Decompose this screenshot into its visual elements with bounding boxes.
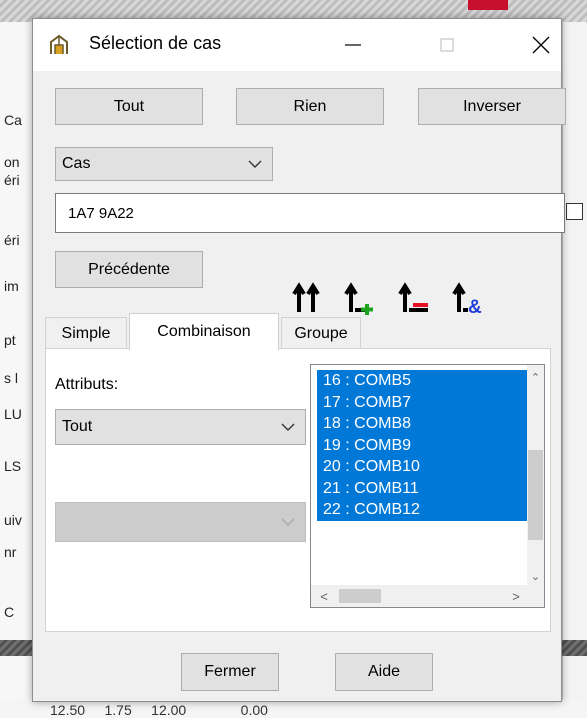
scroll-up-icon[interactable]: ⌃ bbox=[528, 369, 543, 386]
list-item[interactable]: 21 : COMB11 bbox=[317, 478, 529, 500]
vertical-scroll-thumb[interactable] bbox=[528, 450, 543, 540]
tab-groupe[interactable]: Groupe bbox=[281, 317, 361, 349]
list-item[interactable]: 16 : COMB5 bbox=[317, 370, 529, 392]
scroll-corner bbox=[527, 585, 544, 607]
scroll-left-icon[interactable]: < bbox=[315, 587, 333, 605]
type-select[interactable]: Cas bbox=[55, 147, 273, 181]
intersect-selection-icon[interactable]: & bbox=[451, 281, 485, 315]
previous-button[interactable]: Précédente bbox=[55, 251, 203, 288]
invert-selection-button[interactable]: Inverser bbox=[418, 88, 566, 125]
type-select-value: Cas bbox=[62, 155, 91, 172]
chevron-down-icon bbox=[281, 423, 295, 431]
bg-text: LS bbox=[4, 458, 22, 474]
chevron-down-icon bbox=[281, 518, 295, 526]
tab-simple[interactable]: Simple bbox=[45, 317, 127, 349]
minimize-icon bbox=[345, 44, 361, 46]
bg-text: im bbox=[4, 278, 19, 294]
cases-input[interactable]: 1A7 9A22 bbox=[55, 193, 565, 233]
attributes-select[interactable]: Tout bbox=[55, 409, 306, 445]
select-all-arrows-icon[interactable] bbox=[291, 281, 325, 315]
list-item[interactable]: 22 : COMB12 bbox=[317, 499, 529, 521]
bg-text: pt bbox=[4, 332, 16, 348]
combinations-list[interactable]: 16 : COMB5 17 : COMB7 18 : COMB8 19 : CO… bbox=[310, 364, 545, 608]
scroll-right-icon[interactable]: > bbox=[507, 587, 525, 605]
maximize-icon bbox=[440, 38, 454, 52]
bg-text: nr bbox=[4, 544, 17, 560]
bg-text: Ca bbox=[4, 112, 22, 128]
secondary-select-disabled bbox=[55, 502, 306, 542]
add-selection-icon[interactable] bbox=[343, 281, 377, 315]
cases-input-value: 1A7 9A22 bbox=[68, 204, 134, 222]
combinations-items: 16 : COMB5 17 : COMB7 18 : COMB8 19 : CO… bbox=[317, 370, 529, 521]
list-item[interactable]: 17 : COMB7 bbox=[317, 392, 529, 414]
bg-text: on bbox=[4, 154, 20, 170]
maximize-button[interactable] bbox=[425, 27, 469, 63]
attributes-label: Attributs: bbox=[55, 376, 119, 393]
title-bar[interactable]: Sélection de cas bbox=[33, 19, 561, 71]
select-all-button[interactable]: Tout bbox=[55, 88, 203, 125]
list-item[interactable]: 20 : COMB10 bbox=[317, 456, 529, 478]
bg-bottom-text: 12.50 1.75 12.00 0.00 bbox=[50, 702, 268, 718]
horizontal-scrollbar[interactable]: < > bbox=[311, 585, 529, 607]
scroll-down-icon[interactable]: ⌄ bbox=[528, 568, 543, 585]
app-icon bbox=[50, 34, 68, 54]
close-dialog-button[interactable]: Fermer bbox=[181, 653, 279, 691]
bg-text: s l bbox=[4, 370, 18, 386]
list-item[interactable]: 19 : COMB9 bbox=[317, 435, 529, 457]
select-none-button[interactable]: Rien bbox=[236, 88, 384, 125]
horizontal-scroll-thumb[interactable] bbox=[339, 589, 381, 603]
remove-selection-icon[interactable] bbox=[397, 281, 431, 315]
help-button[interactable]: Aide bbox=[335, 653, 433, 691]
list-item[interactable]: 18 : COMB8 bbox=[317, 413, 529, 435]
background-red-indicator bbox=[468, 0, 508, 10]
bg-text: C bbox=[4, 604, 15, 620]
minimize-button[interactable] bbox=[331, 27, 375, 63]
background-checkbox[interactable] bbox=[566, 203, 583, 220]
bg-text: LU bbox=[4, 406, 22, 422]
window-title: Sélection de cas bbox=[89, 33, 222, 53]
bg-text: éri bbox=[4, 232, 20, 248]
bg-text: uiv bbox=[4, 512, 22, 528]
vertical-scrollbar[interactable]: ⌃ ⌄ bbox=[527, 365, 544, 585]
attributes-select-value: Tout bbox=[62, 418, 93, 435]
chevron-down-icon bbox=[248, 160, 262, 168]
svg-text:&: & bbox=[468, 297, 482, 315]
case-selection-dialog: Sélection de cas Tout Rien Inverser Cas … bbox=[32, 18, 566, 702]
background-bottom-row: 12.50 1.75 12.00 0.00 bbox=[0, 700, 587, 718]
tab-combinaison[interactable]: Combinaison bbox=[129, 313, 279, 350]
close-icon bbox=[532, 36, 550, 54]
close-button[interactable] bbox=[519, 27, 563, 63]
background-left-column: Ca on éri éri im pt s l LU LS uiv nr C bbox=[0, 22, 33, 718]
bg-text: éri bbox=[4, 172, 20, 188]
